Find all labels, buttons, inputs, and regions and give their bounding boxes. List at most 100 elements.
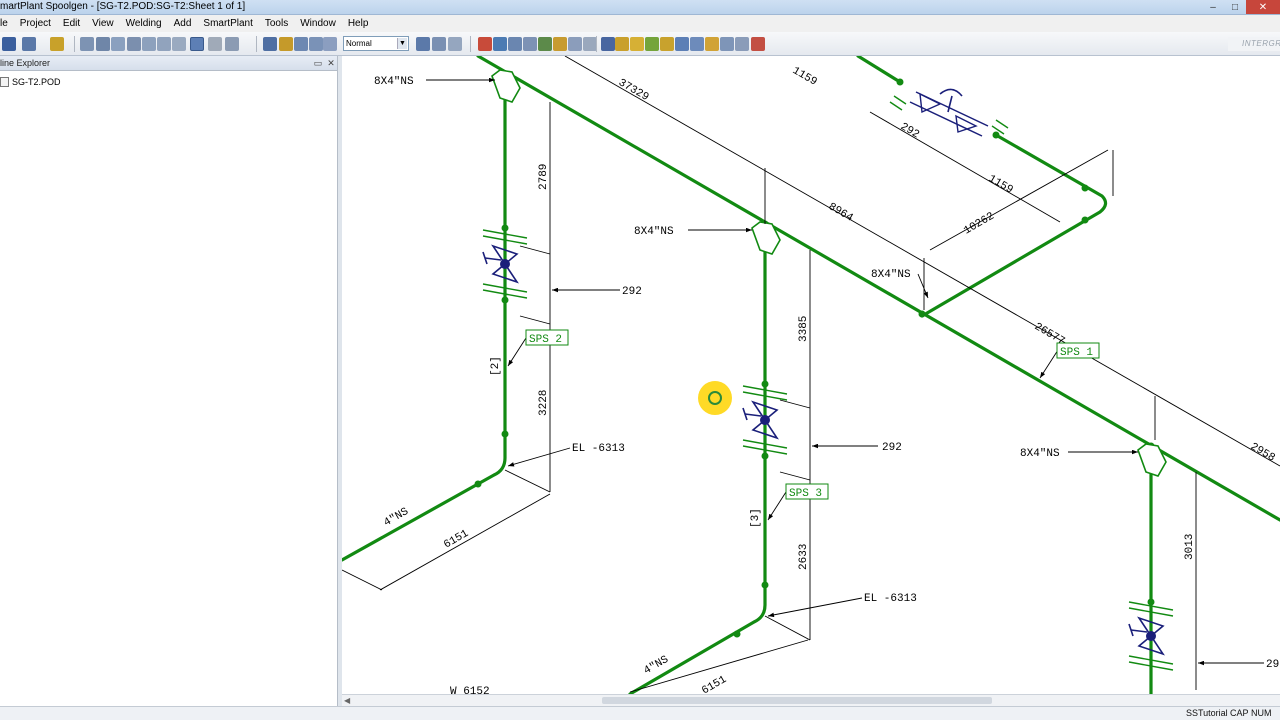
dimension-lines: [342, 56, 1280, 693]
pipe-node: [992, 131, 1000, 139]
tree-item-label: SG-T2.POD: [12, 77, 61, 87]
pipe-node: [1081, 184, 1089, 192]
tee-icon[interactable]: [583, 37, 597, 51]
panel-close-icon[interactable]: ✕: [326, 58, 336, 68]
bom-icon[interactable]: [675, 37, 689, 51]
pipe-node: [761, 452, 769, 460]
dimension-label: 2633: [798, 544, 810, 570]
spool-icon[interactable]: [601, 37, 615, 51]
title-bar: martPlant Spoolgen - [SG-T2.POD:SG-T2:Sh…: [0, 0, 1280, 15]
cut-icon[interactable]: [690, 37, 704, 51]
pipe-icon[interactable]: [493, 37, 507, 51]
pipe-node: [474, 480, 482, 488]
weld-icon[interactable]: [478, 37, 492, 51]
pin-icon[interactable]: ▭: [313, 58, 323, 68]
pan-icon[interactable]: [157, 37, 171, 51]
menu-file[interactable]: le: [0, 15, 14, 32]
menu-bar: le Project Edit View Welding Add SmartPl…: [0, 15, 1280, 32]
select-icon[interactable]: [172, 37, 186, 51]
zoom-previous-icon[interactable]: [111, 37, 125, 51]
brand-text: INTERGRAPH: [1242, 39, 1280, 48]
tee-fitting: [491, 69, 521, 103]
menu-edit[interactable]: Edit: [57, 15, 86, 32]
style-select[interactable]: Normal ▼: [343, 36, 409, 51]
flange-icon[interactable]: [508, 37, 522, 51]
snap-icon[interactable]: [448, 37, 462, 51]
chevron-down-icon: ▼: [397, 38, 407, 49]
delete-icon[interactable]: [751, 37, 765, 51]
rotate-icon[interactable]: [208, 37, 222, 51]
support-icon[interactable]: [553, 37, 567, 51]
pipe-size-label: 8X4"NS: [871, 269, 911, 281]
horizontal-scrollbar[interactable]: ◀: [342, 694, 1280, 706]
scale-icon[interactable]: [323, 37, 337, 51]
dimension-label: 3385: [798, 316, 810, 342]
zoom-window-icon[interactable]: [80, 37, 94, 51]
tree-item-sg-t2-pod[interactable]: SG-T2.POD: [0, 77, 61, 87]
valve-icon[interactable]: [538, 37, 552, 51]
panel-title: line Explorer: [0, 58, 51, 68]
menu-smartplant[interactable]: SmartPlant: [197, 15, 258, 32]
menu-view[interactable]: View: [86, 15, 120, 32]
style-select-value: Normal: [346, 39, 372, 48]
branch-pipe-1: [342, 90, 507, 562]
elbow-icon[interactable]: [523, 37, 537, 51]
spool-tag-1: SPS 1: [1056, 342, 1100, 359]
grid-icon[interactable]: [432, 37, 446, 51]
zoom-in-icon[interactable]: [127, 37, 141, 51]
cursor-highlight: [698, 381, 732, 415]
scroll-left-icon[interactable]: ◀: [344, 696, 350, 705]
dimension-icon[interactable]: [263, 37, 277, 51]
zoom-out-icon[interactable]: [142, 37, 156, 51]
drawing-labels: 8X4"NS 8X4"NS 8X4"NS 8X4"NS 4"NS 4"NS 37…: [374, 65, 1279, 694]
pencil-icon[interactable]: [279, 37, 293, 51]
menu-project[interactable]: Project: [14, 15, 57, 32]
menu-welding[interactable]: Welding: [120, 15, 168, 32]
isometric-drawing-canvas[interactable]: 8X4"NS 8X4"NS 8X4"NS 8X4"NS 4"NS 4"NS 37…: [342, 56, 1280, 694]
branch-pipe-upper: [920, 133, 1108, 318]
dimension-label: 1159: [986, 173, 1015, 197]
menu-window[interactable]: Window: [294, 15, 342, 32]
menu-tools[interactable]: Tools: [259, 15, 294, 32]
spool-tag-2: SPS 2: [525, 329, 569, 346]
svg-text:SPS 3: SPS 3: [789, 488, 822, 500]
intergraph-logo: INTERGRAPH: [1228, 37, 1280, 51]
join-icon[interactable]: [630, 37, 644, 51]
dimension-label: 29: [1266, 659, 1279, 671]
label-icon[interactable]: [660, 37, 674, 51]
spool-mark: [3]: [750, 508, 762, 528]
dimension-label: 292: [622, 286, 642, 298]
pipe-node: [501, 296, 509, 304]
dimension-label: 2789: [538, 164, 550, 190]
split-icon[interactable]: [615, 37, 629, 51]
pipe-node: [1147, 598, 1155, 606]
report-icon[interactable]: [720, 37, 734, 51]
dimension-label: 37329: [616, 77, 651, 104]
explode-icon[interactable]: [416, 37, 430, 51]
reducer-icon[interactable]: [568, 37, 582, 51]
save-icon[interactable]: [2, 37, 16, 51]
status-num: NUM: [1251, 708, 1272, 718]
link-icon[interactable]: [294, 37, 308, 51]
move-icon[interactable]: [309, 37, 323, 51]
minimize-icon[interactable]: –: [1202, 0, 1224, 14]
dimension-label: 6151: [700, 674, 729, 694]
pipe-node: [761, 380, 769, 388]
svg-text:SPS 1: SPS 1: [1060, 347, 1093, 359]
tee-fitting: [1137, 443, 1167, 477]
number-icon[interactable]: [645, 37, 659, 51]
table-icon[interactable]: [735, 37, 749, 51]
status-bar: SSTutorial CAP NUM: [0, 706, 1280, 720]
window-mode-icon[interactable]: [190, 37, 204, 51]
scrollbar-thumb[interactable]: [602, 697, 992, 704]
dimension-label: 10262: [962, 211, 997, 238]
align-icon[interactable]: [705, 37, 719, 51]
menu-add[interactable]: Add: [168, 15, 198, 32]
help-icon[interactable]: [50, 37, 64, 51]
close-icon[interactable]: ✕: [1246, 0, 1280, 14]
view-dropdown-icon[interactable]: [225, 37, 239, 51]
undo-icon[interactable]: [22, 37, 36, 51]
maximize-icon[interactable]: □: [1224, 0, 1246, 14]
menu-help[interactable]: Help: [342, 15, 375, 32]
zoom-extents-icon[interactable]: [96, 37, 110, 51]
